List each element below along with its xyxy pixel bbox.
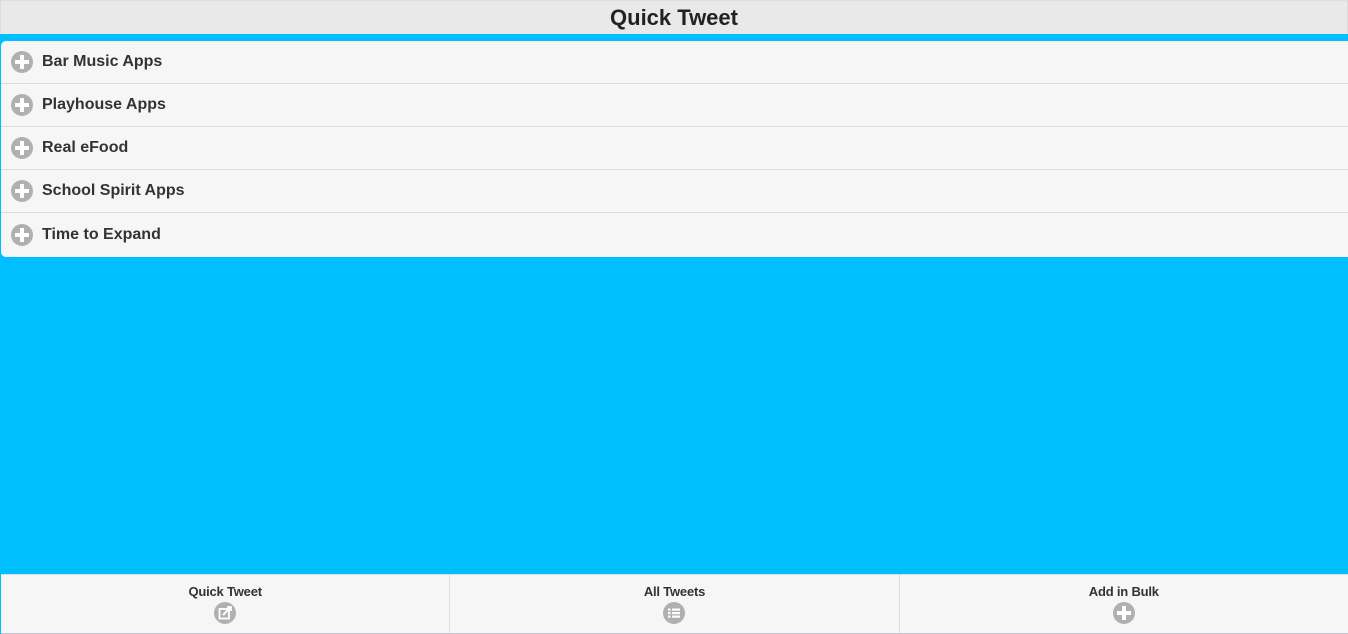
plus-circle-icon [1112, 602, 1135, 624]
plus-circle-icon [11, 224, 33, 246]
list-item-school-spirit-apps[interactable]: School Spirit Apps [1, 170, 1348, 213]
list-item-label: Playhouse Apps [42, 96, 166, 113]
category-list: Bar Music Apps Playhouse Apps Real eFood… [1, 41, 1348, 257]
plus-circle-icon [11, 51, 33, 73]
page-title: Quick Tweet [610, 5, 738, 30]
compose-icon [214, 602, 237, 624]
tab-bar: Quick Tweet All Tweets Add in Bulk [1, 574, 1348, 634]
list-icon [663, 602, 686, 624]
plus-circle-icon [11, 137, 33, 159]
tab-all-tweets[interactable]: All Tweets [450, 575, 900, 633]
plus-circle-icon [11, 94, 33, 116]
tab-label: All Tweets [643, 584, 706, 599]
list-item-label: School Spirit Apps [42, 182, 185, 199]
list-item-label: Time to Expand [42, 226, 161, 243]
list-item-label: Bar Music Apps [42, 53, 163, 70]
tab-label: Add in Bulk [1088, 584, 1159, 599]
app-header: Quick Tweet [0, 0, 1348, 34]
tab-add-in-bulk[interactable]: Add in Bulk [900, 575, 1348, 633]
tab-quick-tweet[interactable]: Quick Tweet [1, 575, 451, 633]
list-item-playhouse-apps[interactable]: Playhouse Apps [1, 84, 1348, 127]
list-item-real-efood[interactable]: Real eFood [1, 127, 1348, 170]
plus-circle-icon [11, 180, 33, 202]
list-item-bar-music-apps[interactable]: Bar Music Apps [1, 41, 1348, 84]
list-item-time-to-expand[interactable]: Time to Expand [1, 213, 1348, 257]
list-item-label: Real eFood [42, 139, 129, 156]
tab-label: Quick Tweet [188, 584, 262, 599]
